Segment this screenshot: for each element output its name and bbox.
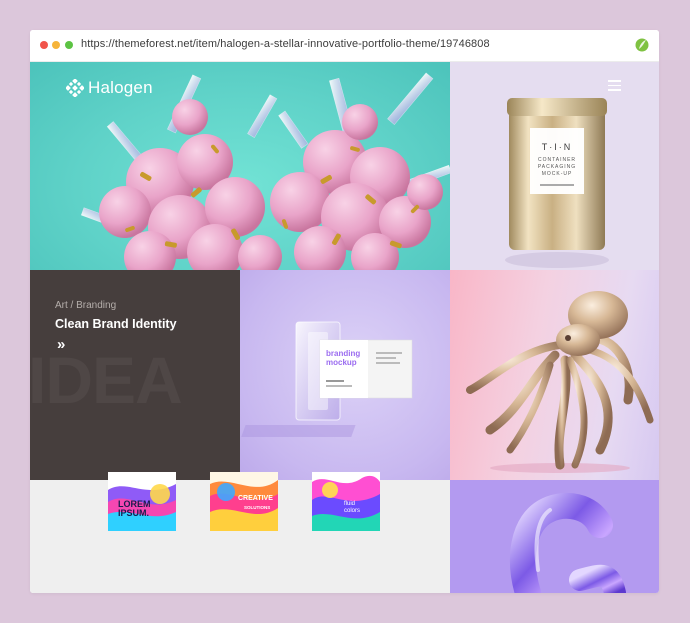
background-word: IDEA: [30, 343, 183, 417]
featured-project-card[interactable]: IDEA Art / Branding Clean Brand Identity…: [30, 270, 240, 480]
address-bar[interactable]: https://themeforest.net/item/halogen-a-s…: [81, 38, 490, 50]
logo-text: Halogen: [88, 78, 153, 97]
letter-g-image[interactable]: [450, 480, 659, 593]
halogen-logo-icon: [66, 79, 84, 97]
card-heading-1: branding: [326, 349, 360, 358]
tin-jar-image[interactable]: T·I·N CONTAINER PACKAGING MOCK-UP: [450, 62, 659, 270]
browser-toolbar: https://themeforest.net/item/halogen-a-s…: [30, 30, 659, 62]
hero-crystal-image[interactable]: Halogen: [30, 62, 450, 270]
poster-3-text-2: colors: [344, 508, 361, 514]
double-arrow-icon[interactable]: »: [57, 336, 65, 353]
close-window-button[interactable]: [40, 41, 48, 49]
card-heading-2: mockup: [326, 358, 357, 367]
hamburger-menu-icon[interactable]: [608, 80, 621, 91]
tin-line2: PACKAGING: [538, 164, 576, 170]
branding-mockup-image[interactable]: branding mockup: [240, 270, 450, 480]
tin-line3: MOCK-UP: [542, 171, 573, 177]
site-logo[interactable]: Halogen: [66, 78, 153, 98]
minimize-window-button[interactable]: [52, 41, 60, 49]
gold-octopus-illustration: [466, 291, 654, 473]
poster-2-text-1: CREATIVE: [238, 495, 273, 502]
poster-creative[interactable]: CREATIVE SOLUTIONS: [210, 472, 278, 531]
tin-line1: CONTAINER: [538, 157, 576, 163]
envato-leaf-icon: [635, 38, 649, 52]
maximize-window-button[interactable]: [65, 41, 73, 49]
poster-2-text-2: SOLUTIONS: [244, 505, 271, 510]
poster-1-text-2: IPSUM.: [118, 508, 150, 518]
glossy-letter-illustration: [510, 492, 626, 593]
poster-fluid[interactable]: fluid colors: [312, 472, 380, 531]
tin-brand: T·I·N: [542, 142, 573, 152]
tin-jar-illustration: T·I·N CONTAINER PACKAGING MOCK-UP: [505, 98, 609, 268]
project-title[interactable]: Clean Brand Identity: [55, 317, 177, 331]
octopus-image[interactable]: [450, 270, 659, 480]
project-category[interactable]: Art / Branding: [55, 300, 116, 311]
business-card-illustration: branding mockup: [241, 321, 413, 437]
poster-lorem[interactable]: LOREM IPSUM.: [108, 472, 176, 531]
